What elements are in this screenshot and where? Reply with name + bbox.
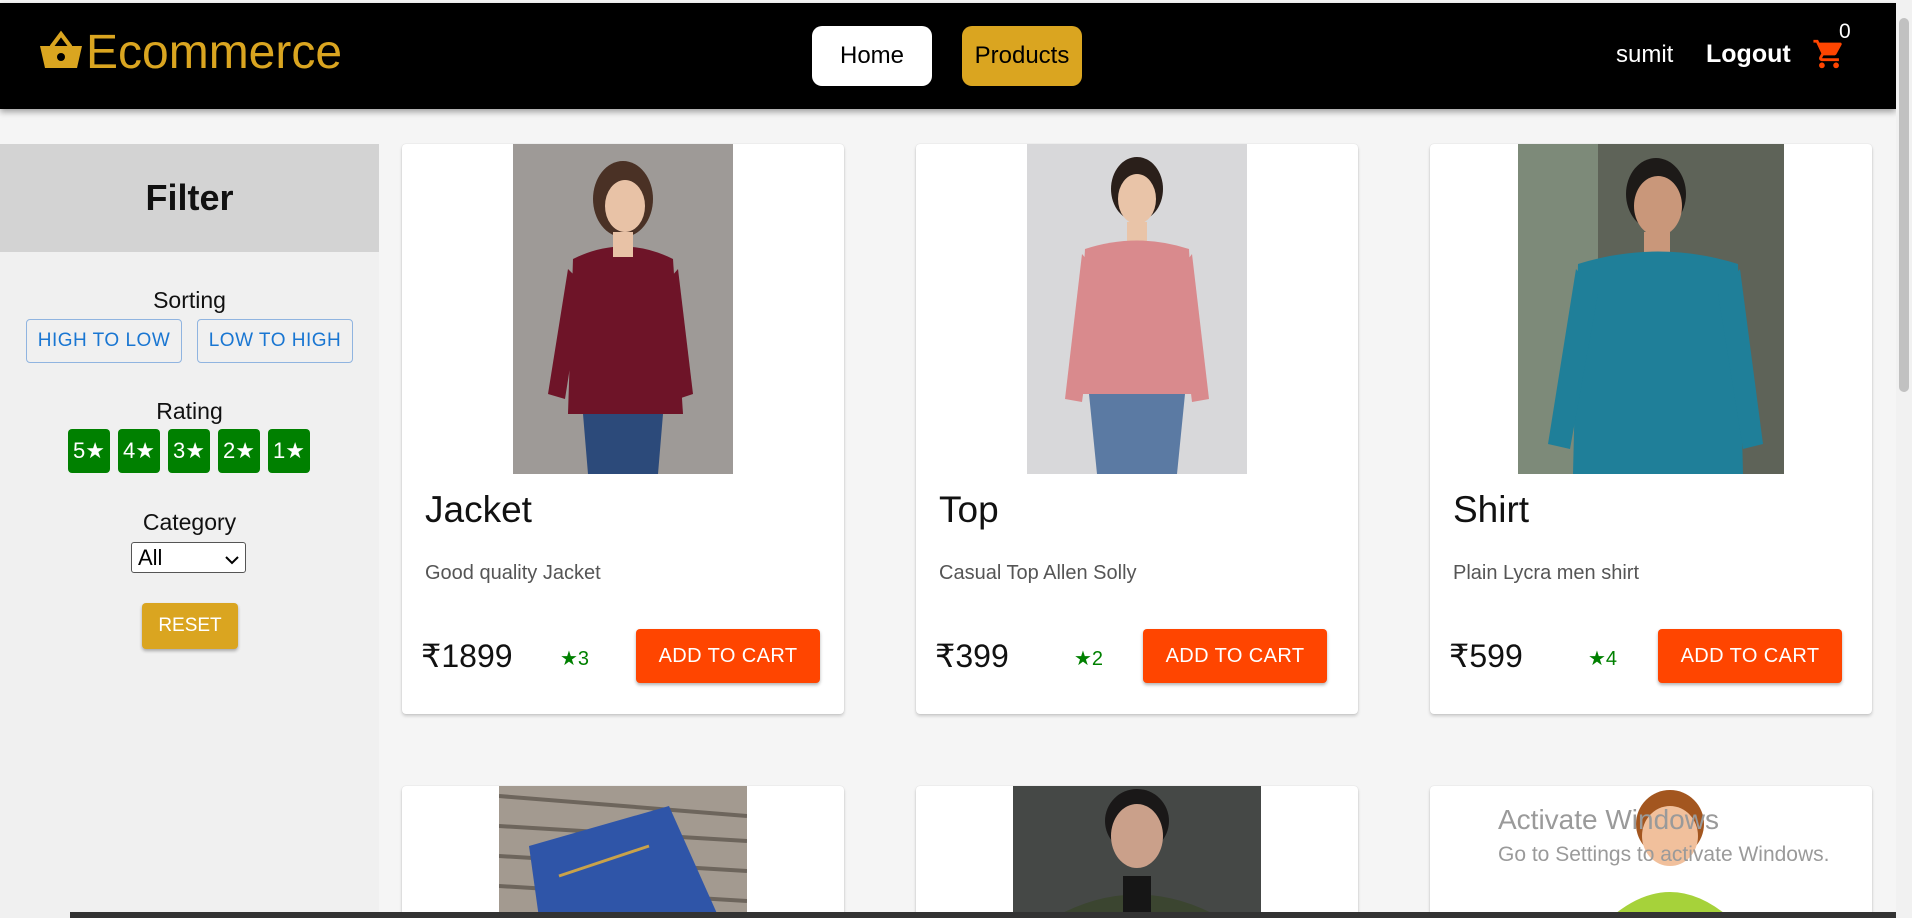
- top-navbar: Ecommerce Home Products sumit Logout 0: [0, 3, 1896, 109]
- brand-name: Ecommerce: [86, 26, 343, 79]
- activate-windows-subtitle: Go to Settings to activate Windows.: [1498, 843, 1830, 866]
- product-card-jacket: Jacket Good quality Jacket ₹1899 ★3 ADD …: [402, 144, 844, 714]
- sorting-label: Sorting: [153, 287, 226, 313]
- nav-home-button[interactable]: Home: [812, 26, 932, 86]
- product-rating: ★4: [1588, 648, 1618, 670]
- add-to-cart-button[interactable]: ADD TO CART: [636, 629, 820, 683]
- activate-windows-title: Activate Windows: [1498, 804, 1719, 835]
- username-label: sumit: [1616, 41, 1674, 68]
- product-card-shirt: Shirt Plain Lycra men shirt ₹599 ★4 ADD …: [1430, 144, 1872, 714]
- product-image-jacket: [513, 144, 733, 474]
- product-description: Casual Top Allen Solly: [939, 562, 1137, 584]
- product-title: Jacket: [425, 489, 532, 530]
- product-title: Shirt: [1453, 489, 1530, 530]
- logout-link[interactable]: Logout: [1706, 40, 1791, 69]
- product-image-shirt: [1518, 144, 1784, 474]
- scrollbar-thumb[interactable]: [1899, 18, 1909, 392]
- rating-3-button[interactable]: 3★: [168, 429, 210, 473]
- shopping-basket-icon: [38, 30, 84, 77]
- rating-label: Rating: [156, 398, 223, 424]
- rating-filter-group: 5★ 4★ 3★ 2★ 1★: [68, 429, 310, 473]
- product-image-jacket-man: [1013, 786, 1261, 918]
- filter-title: Filter: [0, 144, 379, 252]
- product-rating: ★3: [560, 648, 590, 670]
- reset-button[interactable]: RESET: [142, 603, 238, 649]
- add-to-cart-button[interactable]: ADD TO CART: [1143, 629, 1327, 683]
- product-price: ₹1899: [421, 638, 513, 674]
- chevron-down-icon: [225, 545, 239, 571]
- category-label: Category: [142, 509, 237, 535]
- category-selected-value: All: [138, 544, 163, 570]
- product-price: ₹399: [935, 638, 1009, 674]
- product-image-top: [1027, 144, 1247, 474]
- cart-count-badge: 0: [1839, 20, 1851, 43]
- taskbar-edge: [70, 912, 1896, 918]
- category-select[interactable]: All: [131, 542, 246, 573]
- product-title: Top: [939, 489, 999, 530]
- product-price: ₹599: [1449, 638, 1523, 674]
- sort-high-to-low-button[interactable]: HIGH TO LOW: [26, 319, 182, 363]
- rating-1-button[interactable]: 1★: [268, 429, 310, 473]
- product-card-top: Top Casual Top Allen Solly ₹399 ★2 ADD T…: [916, 144, 1358, 714]
- product-rating: ★2: [1074, 648, 1104, 670]
- filter-sidebar: Filter Sorting HIGH TO LOW LOW TO HIGH R…: [0, 144, 379, 918]
- product-card: [916, 786, 1358, 918]
- product-description: Plain Lycra men shirt: [1453, 562, 1639, 584]
- nav-products-button[interactable]: Products: [962, 26, 1082, 86]
- rating-5-button[interactable]: 5★: [68, 429, 110, 473]
- add-to-cart-button[interactable]: ADD TO CART: [1658, 629, 1842, 683]
- rating-2-button[interactable]: 2★: [218, 429, 260, 473]
- product-image-jeans: [498, 786, 748, 918]
- brand-logo[interactable]: Ecommerce: [38, 29, 342, 77]
- product-card: [402, 786, 844, 918]
- sort-low-to-high-button[interactable]: LOW TO HIGH: [197, 319, 353, 363]
- rating-4-button[interactable]: 4★: [118, 429, 160, 473]
- product-description: Good quality Jacket: [425, 562, 601, 584]
